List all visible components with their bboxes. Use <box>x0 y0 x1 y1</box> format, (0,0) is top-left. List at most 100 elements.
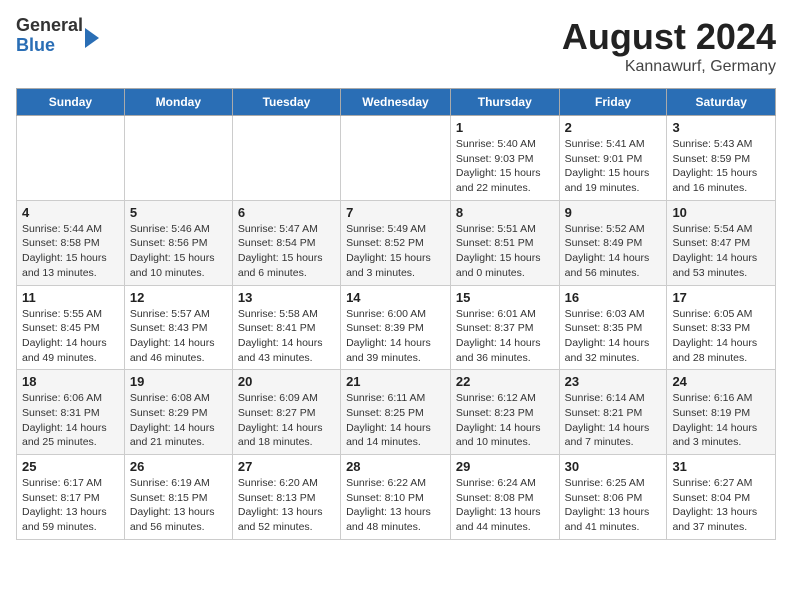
calendar-cell: 21Sunrise: 6:11 AM Sunset: 8:25 PM Dayli… <box>341 370 451 455</box>
day-number: 31 <box>672 459 770 474</box>
calendar-cell: 19 Sunrise: 6:08 AM Sunset: 8:29 PM Dayli… <box>124 370 232 455</box>
calendar-cell: 10 Sunrise: 5:54 AM Sunset: 8:47 PM Dayli… <box>667 200 776 285</box>
calendar-cell: 11 Sunrise: 5:55 AM Sunset: 8:45 PM Dayli… <box>17 285 125 370</box>
day-info: Sunrise: 6:14 AM Sunset: 8:21 PM Dayligh… <box>565 391 662 450</box>
calendar-cell: 3 Sunrise: 5:43 AM Sunset: 8:59 PM Daylig… <box>667 116 776 201</box>
day-info: Sunrise: 6:20 AM Sunset: 8:13 PM Dayligh… <box>238 476 335 535</box>
week-row-1: 1 Sunrise: 5:40 AM Sunset: 9:03 PM Daylig… <box>17 116 776 201</box>
day-number: 11 <box>22 290 119 305</box>
title-block: August 2024 Kannawurf, Germany <box>562 16 776 76</box>
day-info: Sunrise: 6:00 AM Sunset: 8:39 PM Dayligh… <box>346 307 445 366</box>
calendar-cell: 27 Sunrise: 6:20 AM Sunset: 8:13 PM Dayli… <box>232 455 340 540</box>
logo-arrow-icon <box>85 28 99 48</box>
day-number: 15 <box>456 290 554 305</box>
day-number: 4 <box>22 205 119 220</box>
calendar-cell: 14Sunrise: 6:00 AM Sunset: 8:39 PM Dayli… <box>341 285 451 370</box>
calendar-cell: 25Sunrise: 6:17 AM Sunset: 8:17 PM Dayli… <box>17 455 125 540</box>
day-info: Sunrise: 5:49 AM Sunset: 8:52 PM Dayligh… <box>346 222 445 281</box>
day-info: Sunrise: 6:24 AM Sunset: 8:08 PM Dayligh… <box>456 476 554 535</box>
calendar-cell: 6 Sunrise: 5:47 AM Sunset: 8:54 PM Daylig… <box>232 200 340 285</box>
week-row-2: 4 Sunrise: 5:44 AM Sunset: 8:58 PM Daylig… <box>17 200 776 285</box>
day-info: Sunrise: 6:01 AM Sunset: 8:37 PM Dayligh… <box>456 307 554 366</box>
day-info: Sunrise: 5:57 AM Sunset: 8:43 PM Dayligh… <box>130 307 227 366</box>
calendar-cell: 29Sunrise: 6:24 AM Sunset: 8:08 PM Dayli… <box>450 455 559 540</box>
day-info: Sunrise: 5:43 AM Sunset: 8:59 PM Dayligh… <box>672 137 770 196</box>
day-number: 22 <box>456 374 554 389</box>
day-info: Sunrise: 6:05 AM Sunset: 8:33 PM Dayligh… <box>672 307 770 366</box>
calendar-cell: 31 Sunrise: 6:27 AM Sunset: 8:04 PM Dayli… <box>667 455 776 540</box>
col-header-saturday: Saturday <box>667 89 776 116</box>
logo: General Blue <box>16 16 99 56</box>
day-info: Sunrise: 6:08 AM Sunset: 8:29 PM Dayligh… <box>130 391 227 450</box>
day-info: Sunrise: 5:55 AM Sunset: 8:45 PM Dayligh… <box>22 307 119 366</box>
calendar-cell: 26Sunrise: 6:19 AM Sunset: 8:15 PM Dayli… <box>124 455 232 540</box>
day-number: 3 <box>672 120 770 135</box>
day-info: Sunrise: 6:03 AM Sunset: 8:35 PM Dayligh… <box>565 307 662 366</box>
calendar-cell: 16 Sunrise: 6:03 AM Sunset: 8:35 PM Dayli… <box>559 285 667 370</box>
col-header-wednesday: Wednesday <box>341 89 451 116</box>
calendar-cell: 13Sunrise: 5:58 AM Sunset: 8:41 PM Dayli… <box>232 285 340 370</box>
day-number: 18 <box>22 374 119 389</box>
day-info: Sunrise: 5:52 AM Sunset: 8:49 PM Dayligh… <box>565 222 662 281</box>
day-number: 27 <box>238 459 335 474</box>
calendar-cell: 22 Sunrise: 6:12 AM Sunset: 8:23 PM Dayli… <box>450 370 559 455</box>
calendar-cell: 5Sunrise: 5:46 AM Sunset: 8:56 PM Daylig… <box>124 200 232 285</box>
calendar-header-row: SundayMondayTuesdayWednesdayThursdayFrid… <box>17 89 776 116</box>
calendar-cell: 8Sunrise: 5:51 AM Sunset: 8:51 PM Daylig… <box>450 200 559 285</box>
day-info: Sunrise: 5:44 AM Sunset: 8:58 PM Dayligh… <box>22 222 119 281</box>
week-row-5: 25Sunrise: 6:17 AM Sunset: 8:17 PM Dayli… <box>17 455 776 540</box>
day-number: 6 <box>238 205 335 220</box>
day-number: 19 <box>130 374 227 389</box>
day-info: Sunrise: 6:06 AM Sunset: 8:31 PM Dayligh… <box>22 391 119 450</box>
calendar-cell: 20 Sunrise: 6:09 AM Sunset: 8:27 PM Dayli… <box>232 370 340 455</box>
day-number: 8 <box>456 205 554 220</box>
calendar-cell: 7Sunrise: 5:49 AM Sunset: 8:52 PM Daylig… <box>341 200 451 285</box>
day-number: 16 <box>565 290 662 305</box>
day-number: 13 <box>238 290 335 305</box>
day-info: Sunrise: 5:54 AM Sunset: 8:47 PM Dayligh… <box>672 222 770 281</box>
day-info: Sunrise: 6:27 AM Sunset: 8:04 PM Dayligh… <box>672 476 770 535</box>
day-info: Sunrise: 5:40 AM Sunset: 9:03 PM Dayligh… <box>456 137 554 196</box>
calendar-cell: 1 Sunrise: 5:40 AM Sunset: 9:03 PM Daylig… <box>450 116 559 201</box>
logo-blue: Blue <box>16 36 83 56</box>
day-info: Sunrise: 6:12 AM Sunset: 8:23 PM Dayligh… <box>456 391 554 450</box>
day-number: 10 <box>672 205 770 220</box>
calendar-table: SundayMondayTuesdayWednesdayThursdayFrid… <box>16 88 776 540</box>
calendar-cell: 9 Sunrise: 5:52 AM Sunset: 8:49 PM Daylig… <box>559 200 667 285</box>
day-number: 5 <box>130 205 227 220</box>
col-header-tuesday: Tuesday <box>232 89 340 116</box>
day-number: 1 <box>456 120 554 135</box>
day-info: Sunrise: 5:47 AM Sunset: 8:54 PM Dayligh… <box>238 222 335 281</box>
calendar-cell <box>17 116 125 201</box>
day-number: 17 <box>672 290 770 305</box>
logo-text: General Blue <box>16 16 83 56</box>
calendar-cell: 4 Sunrise: 5:44 AM Sunset: 8:58 PM Daylig… <box>17 200 125 285</box>
day-number: 30 <box>565 459 662 474</box>
day-info: Sunrise: 6:22 AM Sunset: 8:10 PM Dayligh… <box>346 476 445 535</box>
day-info: Sunrise: 6:17 AM Sunset: 8:17 PM Dayligh… <box>22 476 119 535</box>
day-number: 20 <box>238 374 335 389</box>
calendar-cell: 12Sunrise: 5:57 AM Sunset: 8:43 PM Dayli… <box>124 285 232 370</box>
col-header-friday: Friday <box>559 89 667 116</box>
col-header-thursday: Thursday <box>450 89 559 116</box>
day-info: Sunrise: 6:09 AM Sunset: 8:27 PM Dayligh… <box>238 391 335 450</box>
day-number: 9 <box>565 205 662 220</box>
week-row-3: 11 Sunrise: 5:55 AM Sunset: 8:45 PM Dayli… <box>17 285 776 370</box>
week-row-4: 18 Sunrise: 6:06 AM Sunset: 8:31 PM Dayli… <box>17 370 776 455</box>
day-info: Sunrise: 6:16 AM Sunset: 8:19 PM Dayligh… <box>672 391 770 450</box>
calendar-cell: 17 Sunrise: 6:05 AM Sunset: 8:33 PM Dayli… <box>667 285 776 370</box>
month-year-title: August 2024 <box>562 16 776 58</box>
calendar-cell: 15 Sunrise: 6:01 AM Sunset: 8:37 PM Dayli… <box>450 285 559 370</box>
day-number: 24 <box>672 374 770 389</box>
day-info: Sunrise: 6:19 AM Sunset: 8:15 PM Dayligh… <box>130 476 227 535</box>
calendar-cell: 18 Sunrise: 6:06 AM Sunset: 8:31 PM Dayli… <box>17 370 125 455</box>
calendar-cell: 28Sunrise: 6:22 AM Sunset: 8:10 PM Dayli… <box>341 455 451 540</box>
day-number: 23 <box>565 374 662 389</box>
calendar-cell: 24 Sunrise: 6:16 AM Sunset: 8:19 PM Dayli… <box>667 370 776 455</box>
calendar-cell <box>232 116 340 201</box>
calendar-cell: 2Sunrise: 5:41 AM Sunset: 9:01 PM Daylig… <box>559 116 667 201</box>
location-title: Kannawurf, Germany <box>562 58 776 76</box>
logo-general: General <box>16 16 83 36</box>
calendar-cell <box>124 116 232 201</box>
day-info: Sunrise: 6:25 AM Sunset: 8:06 PM Dayligh… <box>565 476 662 535</box>
